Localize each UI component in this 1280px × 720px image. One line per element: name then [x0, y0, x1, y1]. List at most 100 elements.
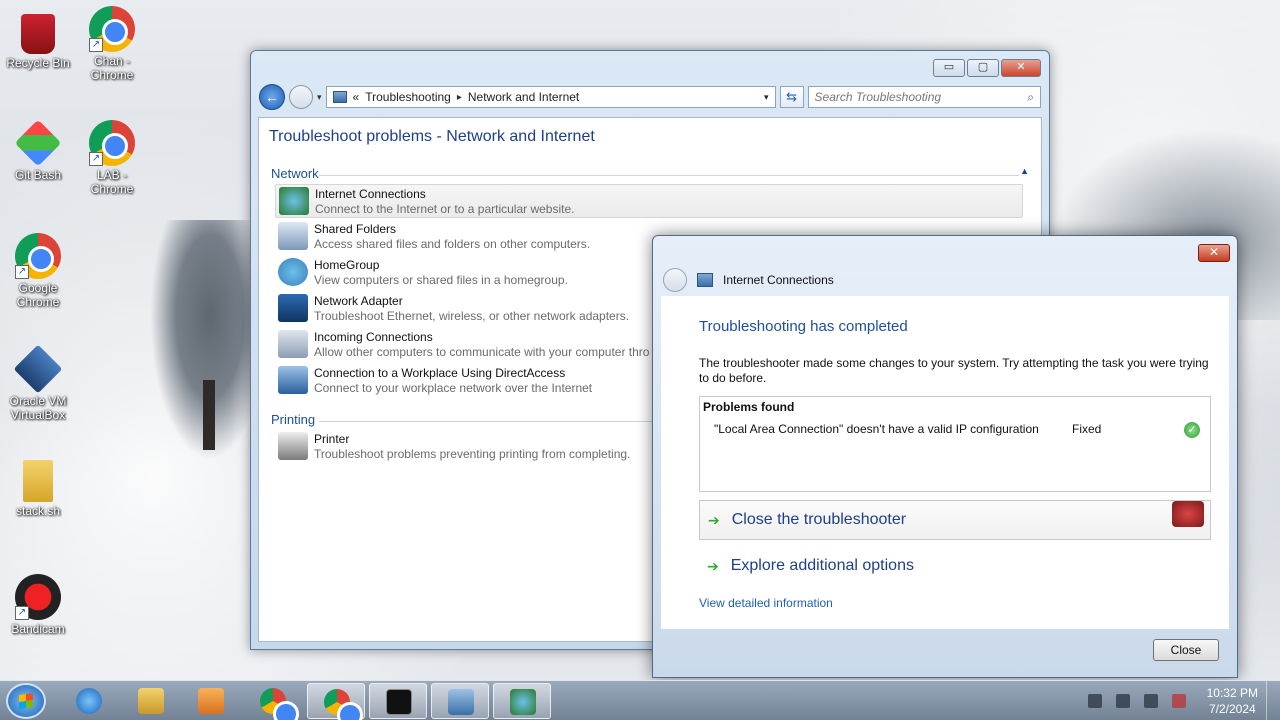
problem-row: "Local Area Connection" doesn't have a v…	[714, 422, 1200, 438]
desktop-icon-label: Google Chrome	[16, 281, 60, 309]
internet-explorer-icon	[76, 688, 102, 714]
breadcrumb-separator-icon[interactable]: ▸	[457, 92, 462, 103]
desktop-icon-stack-sh[interactable]: stack.sh	[0, 460, 76, 518]
desktop-icon-chan-chrome[interactable]: ↗ Chan - Chrome	[74, 6, 150, 82]
desktop-icon-label: Recycle Bin	[6, 56, 70, 70]
maximize-button[interactable]: ▢	[967, 59, 999, 77]
taskbar-troubleshooter[interactable]	[493, 683, 551, 719]
taskbar-chrome-active[interactable]	[307, 683, 365, 720]
item-description: Access shared files and folders on other…	[314, 237, 591, 251]
virtualbox-icon	[13, 344, 63, 394]
item-title: Shared Folders	[314, 222, 397, 236]
printer-icon	[278, 432, 308, 460]
collapse-icon[interactable]: ▲	[1020, 166, 1029, 176]
volume-muted-icon[interactable]	[1172, 694, 1186, 708]
dialog-title: Internet Connections	[723, 273, 834, 287]
clock-time: 10:32 PM	[1206, 686, 1258, 700]
back-button[interactable]	[663, 268, 687, 292]
network-adapter-icon	[278, 294, 308, 322]
completion-description: The troubleshooter made some changes to …	[699, 356, 1209, 385]
flag-icon[interactable]	[1116, 694, 1130, 708]
search-icon[interactable]: ⌕	[1027, 90, 1034, 105]
close-troubleshooter-link[interactable]: ➔ Close the troubleshooter	[699, 500, 1211, 540]
desktop-icon-label: Chan - Chrome	[90, 54, 134, 82]
media-player-icon	[198, 688, 224, 714]
item-description: Troubleshoot Ethernet, wireless, or othe…	[314, 309, 630, 323]
close-troubleshooter-label: Close the troubleshooter	[731, 511, 907, 528]
section-printing-label: Printing	[271, 412, 316, 427]
bandicam-icon: ↗	[15, 574, 61, 620]
keyboard-icon[interactable]	[1088, 694, 1102, 708]
address-overflow-chevron[interactable]: «	[353, 90, 360, 104]
clock-date: 7/2/2024	[1208, 702, 1256, 716]
desktop-icon-lab-chrome[interactable]: ↗ LAB - Chrome	[74, 120, 150, 196]
breadcrumb-troubleshooting[interactable]: Troubleshooting	[365, 90, 451, 104]
homegroup-icon	[278, 258, 308, 286]
troubleshooter-mascot-icon	[1172, 501, 1204, 527]
taskbar-chrome[interactable]	[244, 683, 302, 720]
internet-connections-icon	[510, 689, 536, 715]
item-description: Connect to the Internet or to a particul…	[315, 202, 575, 216]
green-arrow-icon: ➔	[708, 511, 720, 528]
taskbar-control-panel[interactable]	[431, 683, 489, 719]
back-button[interactable]: ←	[259, 84, 285, 110]
explore-options-label: Explore additional options	[730, 557, 914, 574]
forward-button[interactable]	[289, 85, 313, 109]
control-panel-icon	[448, 689, 474, 715]
problems-found-panel: Problems found "Local Area Connection" d…	[699, 396, 1211, 492]
search-input[interactable]: Search Troubleshooting ⌕	[807, 86, 1041, 108]
tree-trunk-decoration	[203, 380, 215, 450]
dialog-header: Internet Connections	[663, 268, 834, 292]
recent-pages-dropdown-icon[interactable]: ▾	[317, 92, 322, 103]
problems-found-header: Problems found	[703, 400, 795, 414]
desktop-icon-label: stack.sh	[15, 504, 60, 518]
dialog-close-x-button[interactable]: ✕	[1198, 244, 1230, 262]
address-dropdown-icon[interactable]: ▾	[764, 92, 769, 103]
clock[interactable]: 10:32 PM 7/2/2024	[1207, 685, 1258, 717]
chrome-icon: ↗	[15, 233, 61, 279]
taskbar-file-explorer[interactable]	[122, 683, 180, 719]
chrome-icon: ↗	[89, 120, 135, 166]
breadcrumb-network-and-internet[interactable]: Network and Internet	[468, 90, 579, 104]
item-internet-connections[interactable]: Internet Connections Connect to the Inte…	[275, 184, 1023, 218]
desktop-icon-bandicam[interactable]: ↗ Bandicam	[0, 574, 76, 636]
check-icon: ✓	[1184, 422, 1200, 438]
item-title: HomeGroup	[314, 258, 380, 272]
shortcut-arrow-icon: ↗	[89, 38, 103, 52]
search-placeholder: Search Troubleshooting	[814, 90, 942, 104]
desktop-icon-virtualbox[interactable]: Oracle VM VirtualBox	[0, 344, 76, 422]
command-prompt-icon	[386, 689, 412, 715]
desktop-icon-recycle-bin[interactable]: Recycle Bin	[0, 14, 76, 70]
taskbar-internet-explorer[interactable]	[60, 683, 118, 719]
directaccess-icon	[278, 366, 308, 394]
item-description: Allow other computers to communicate wit…	[314, 345, 650, 359]
refresh-button[interactable]: ⇆	[779, 86, 804, 108]
view-detailed-information-link[interactable]: View detailed information	[699, 596, 833, 610]
show-desktop-button[interactable]	[1266, 681, 1280, 720]
item-title: Printer	[314, 432, 350, 446]
desktop-icon-label: Git Bash	[14, 168, 62, 182]
close-window-button[interactable]: ✕	[1001, 59, 1041, 77]
start-button[interactable]	[6, 683, 46, 719]
item-title: Network Adapter	[314, 294, 403, 308]
close-button[interactable]: Close	[1153, 639, 1219, 661]
shortcut-arrow-icon: ↗	[15, 265, 29, 279]
chrome-icon: ↗	[89, 6, 135, 52]
chrome-icon	[260, 688, 299, 720]
address-bar[interactable]: « Troubleshooting ▸ Network and Internet…	[325, 86, 776, 108]
network-icon[interactable]	[1144, 694, 1158, 708]
taskbar-command-prompt[interactable]	[369, 683, 427, 719]
green-arrow-icon: ➔	[707, 557, 719, 574]
item-title: Connection to a Workplace Using DirectAc…	[314, 366, 566, 380]
desktop-icon-google-chrome[interactable]: ↗ Google Chrome	[0, 233, 76, 309]
troubleshooter-dialog: ✕ Internet Connections Troubleshooting h…	[652, 235, 1238, 678]
item-description: View computers or shared files in a home…	[314, 273, 568, 287]
explore-options-link[interactable]: ➔ Explore additional options	[699, 546, 1211, 586]
internet-connections-icon	[279, 187, 309, 215]
minimize-button[interactable]: ▭	[933, 59, 965, 77]
problem-status: Fixed	[1072, 422, 1102, 436]
desktop-icon-git-bash[interactable]: Git Bash	[0, 119, 76, 182]
shortcut-arrow-icon: ↗	[15, 606, 29, 620]
window-controls: ▭ ▢ ✕	[933, 59, 1041, 77]
taskbar-media-player[interactable]	[182, 683, 240, 719]
